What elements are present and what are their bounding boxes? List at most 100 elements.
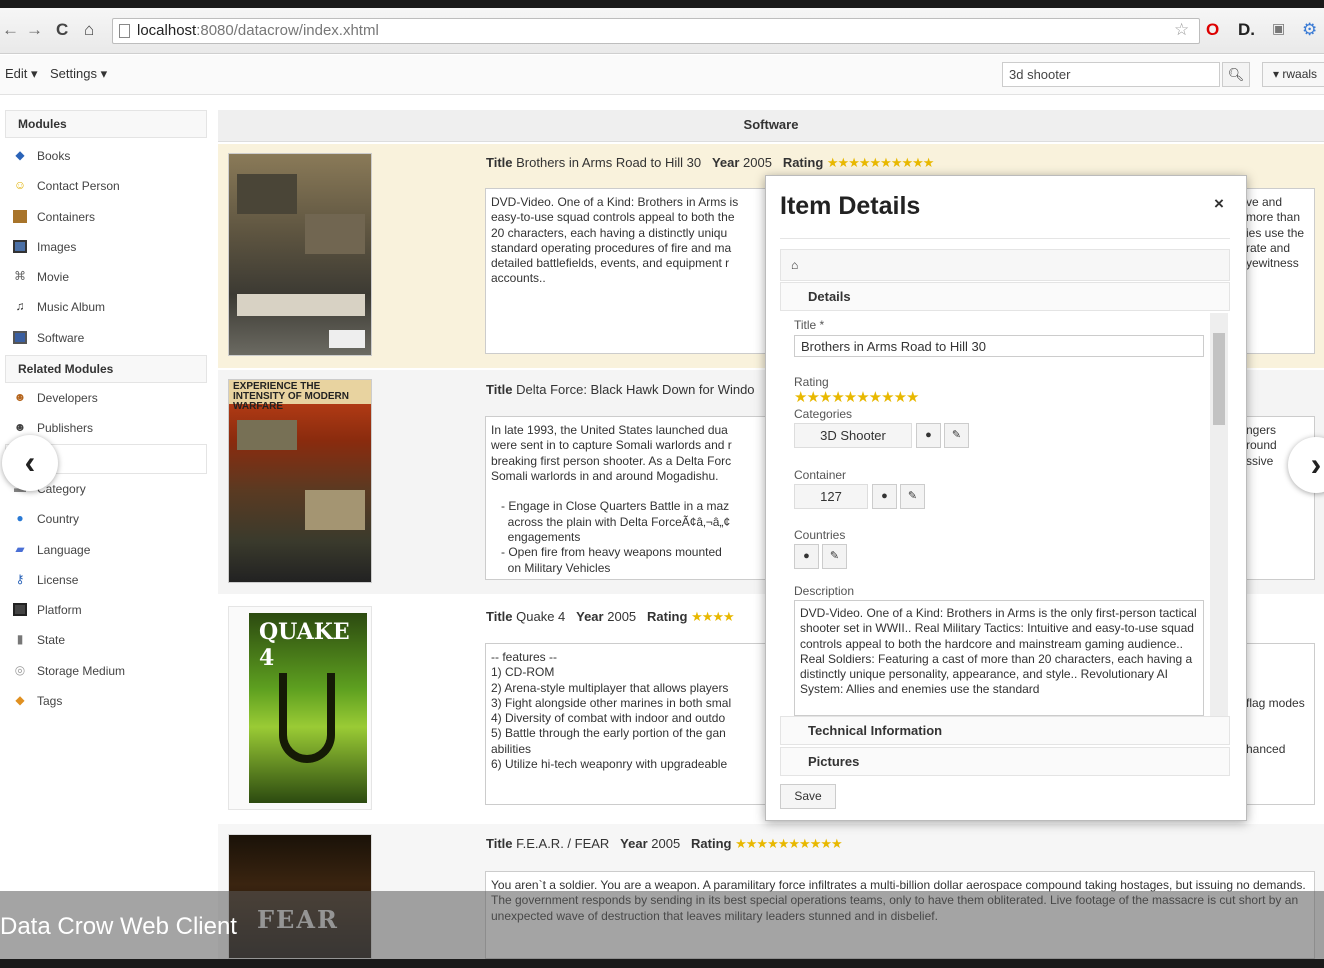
sidebar-item-software[interactable]: Software (5, 323, 207, 353)
sidebar-item-developers[interactable]: ☻ Developers (5, 383, 207, 413)
add-category-button[interactable]: ● (916, 423, 941, 448)
item-title: Delta Force: Black Hawk Down for Windo (516, 382, 755, 397)
edit-container-button[interactable]: ✎ (900, 484, 925, 509)
tag-icon: ◆ (15, 693, 25, 708)
console-icon (13, 603, 27, 617)
categories-label: Categories (794, 407, 853, 421)
item-title-line: Title Quake 4 Year 2005 Rating ★★★★ (486, 609, 735, 625)
details-section-header[interactable]: Details (780, 282, 1230, 311)
sidebar-item-contact-person[interactable]: ☺ Contact Person (5, 171, 207, 201)
dialog-breadcrumb[interactable]: ⌂ (780, 249, 1230, 281)
sidebar-item-music-album[interactable]: ♫ Music Album (5, 292, 207, 322)
sidebar-item-label: Movie (37, 270, 70, 285)
sidebar-item-language[interactable]: ▰ Language (5, 535, 207, 565)
save-button[interactable]: Save (780, 784, 836, 809)
chevron-left-icon: ‹ (24, 444, 36, 480)
box-icon (13, 209, 27, 223)
technical-information-section-header[interactable]: Technical Information (780, 716, 1230, 745)
category-chip[interactable]: 3D Shooter (794, 423, 912, 448)
add-container-button[interactable]: ● (872, 484, 897, 509)
title-field[interactable] (794, 335, 1204, 357)
book-icon: ◆ (15, 148, 25, 162)
container-chip[interactable]: 127 (794, 484, 868, 509)
url-host: localhost (137, 22, 197, 39)
url-path: :8080/datacrow/index.xhtml (196, 22, 379, 39)
description-label: Description (794, 584, 855, 598)
sidebar-item-platform[interactable]: Platform (5, 595, 207, 625)
edit-menu[interactable]: Edit ▾ (5, 66, 38, 82)
rating-key: Rating (691, 836, 732, 851)
pictures-section-header[interactable]: Pictures (780, 747, 1230, 776)
details-form: Title * Rating ★★★★★★★★★★ Categories 3D … (780, 313, 1230, 717)
sidebar-item-label: License (37, 572, 79, 587)
year-key: Year (711, 155, 740, 170)
form-scrollbar[interactable] (1210, 313, 1228, 717)
sidebar-item-license[interactable]: ⚷ License (5, 565, 207, 595)
sidebar-item-label: Storage Medium (37, 663, 126, 678)
opera-icon[interactable]: O (1206, 20, 1219, 40)
sidebar-item-storage-medium[interactable]: ◎ Storage Medium (5, 656, 207, 686)
star-rating[interactable]: ★★★★ (691, 609, 735, 624)
sidebar-item-books[interactable]: ◆ Books (5, 141, 207, 171)
sidebar-item-images[interactable]: Images (5, 232, 207, 262)
related-modules-heading: Related Modules (5, 355, 207, 384)
sidebar-item-label: Developers (37, 391, 98, 406)
star-rating[interactable]: ★★★★★★★★★★ (827, 155, 935, 170)
edit-icon: ✎ (907, 490, 918, 502)
sidebar-item-state[interactable]: ▮ State (5, 625, 207, 655)
sidebar-item-label: Software (37, 330, 85, 345)
item-title-line: Title F.E.A.R. / FEAR Year 2005 Rating ★… (486, 836, 843, 852)
item-title: F.E.A.R. / FEAR (516, 836, 610, 851)
sidebar-item-country[interactable]: ● Country (5, 504, 207, 534)
cylinder-icon: ▮ (16, 632, 24, 647)
add-circle-icon: ● (925, 429, 932, 441)
home-icon[interactable]: ⌂ (791, 258, 798, 272)
edit-category-button[interactable]: ✎ (944, 423, 969, 448)
countries-label: Countries (794, 528, 846, 542)
add-country-button[interactable]: ● (794, 544, 819, 569)
bookmark-star-icon[interactable]: ☆ (1174, 20, 1189, 40)
close-icon[interactable]: × (1214, 194, 1224, 214)
image-icon (13, 239, 27, 253)
sidebar-item-label: Music Album (37, 300, 106, 315)
title-key: Title (486, 155, 513, 170)
cover-image[interactable]: QUAKE 4 (228, 606, 372, 810)
edit-country-button[interactable]: ✎ (822, 544, 847, 569)
description-text-overflow: flag modes hanced (1246, 695, 1305, 756)
item-details-dialog[interactable]: Item Details × ⌂ Details Title * Rating … (765, 175, 1247, 821)
forward-icon[interactable]: → (26, 20, 43, 40)
sidebar-item-tags[interactable]: ◆ Tags (5, 686, 207, 716)
item-title-line: Title Delta Force: Black Hawk Down for W… (486, 382, 755, 397)
user-menu[interactable]: ▾ rwaals (1262, 62, 1324, 87)
back-icon[interactable]: ← (2, 20, 19, 40)
search-icon: 🔍︎ (1227, 67, 1245, 82)
reload-icon[interactable]: C (56, 20, 68, 40)
extension-window-icon[interactable]: ▣ (1272, 20, 1285, 37)
item-title-line: Title Brothers in Arms Road to Hill 30 Y… (486, 155, 935, 171)
previous-arrow-button[interactable]: ‹ (2, 435, 58, 491)
rating-key: Rating (647, 609, 688, 624)
extension-puzzle-icon[interactable]: ⚙ (1302, 20, 1317, 40)
search-button[interactable]: 🔍︎ (1222, 62, 1250, 87)
music-icon: ♫ (15, 299, 25, 314)
title-label: Title * (794, 318, 825, 332)
sidebar-item-movie[interactable]: ⌘ Movie (5, 262, 207, 292)
description-text: DVD-Video. One of a Kind: Brothers in Ar… (491, 195, 739, 286)
sidebar-item-label: State (37, 633, 66, 648)
extension-d-icon[interactable]: D. (1238, 20, 1255, 40)
rating-key: Rating (782, 155, 824, 170)
rating-label: Rating (794, 375, 829, 389)
search-input[interactable] (1002, 62, 1220, 87)
settings-menu[interactable]: Settings ▾ (50, 66, 107, 82)
rating-stars[interactable]: ★★★★★★★★★★ (794, 388, 919, 406)
cover-image[interactable] (228, 153, 372, 356)
sidebar-item-label: Contact Person (37, 179, 120, 194)
address-bar[interactable]: localhost:8080/datacrow/index.xhtml (112, 18, 1200, 44)
scrollbar-thumb[interactable] (1213, 333, 1225, 425)
sidebar-item-containers[interactable]: Containers (5, 202, 207, 232)
star-rating[interactable]: ★★★★★★★★★★ (735, 836, 843, 851)
sidebar-item-label: Platform (37, 603, 82, 618)
home-icon[interactable]: ⌂ (84, 20, 94, 40)
cover-image[interactable]: EXPERIENCE THE INTENSITY OF MODERN WARFA… (228, 379, 372, 583)
description-field[interactable]: DVD-Video. One of a Kind: Brothers in Ar… (794, 600, 1204, 716)
